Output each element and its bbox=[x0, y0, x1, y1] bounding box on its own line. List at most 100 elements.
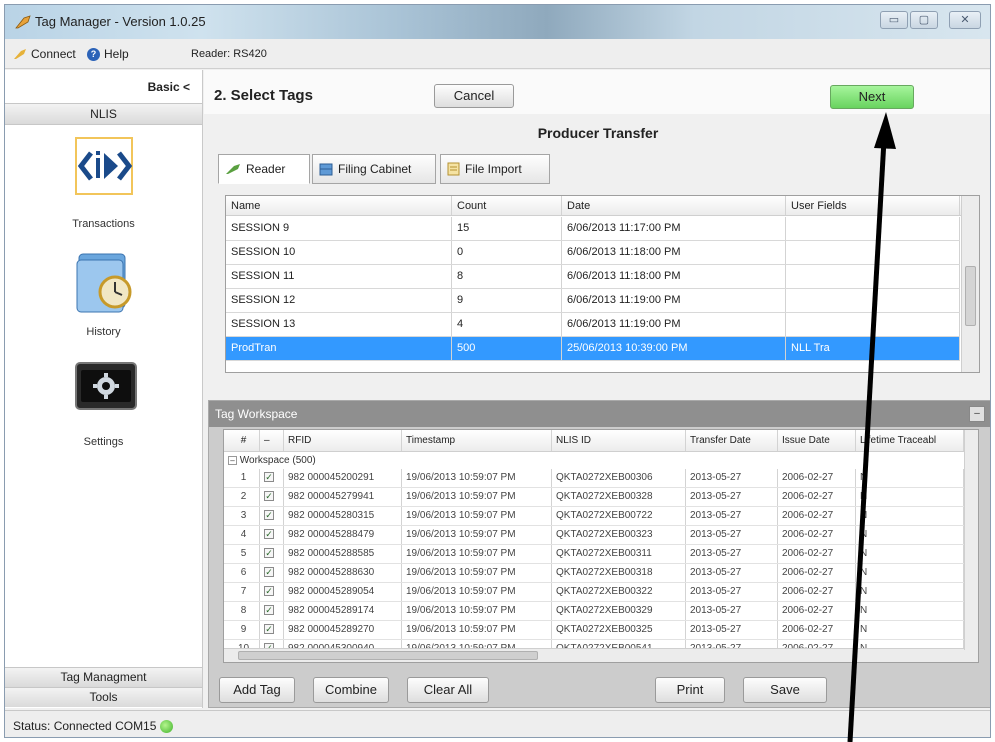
cell-check[interactable]: ✓ bbox=[260, 469, 284, 487]
scroll-thumb[interactable] bbox=[238, 651, 538, 660]
cell-rfid: 982 000045289054 bbox=[284, 583, 402, 601]
cell-user-fields bbox=[786, 313, 960, 336]
table-row[interactable]: 8 ✓ 982 000045289174 19/06/2013 10:59:07 PM… bbox=[224, 602, 964, 621]
workspace-title: Tag Workspace bbox=[215, 407, 298, 421]
table-row[interactable]: SESSION 12 9 6/06/2013 11:19:00 PM bbox=[226, 289, 960, 313]
table-row[interactable]: 5 ✓ 982 000045288585 19/06/2013 10:59:07 PM… bbox=[224, 545, 964, 564]
column-header-date[interactable]: Date bbox=[562, 196, 786, 215]
column-header-transfer-date[interactable]: Transfer Date bbox=[686, 430, 778, 451]
cell-check[interactable]: ✓ bbox=[260, 602, 284, 620]
collapse-button[interactable]: – bbox=[969, 406, 985, 422]
table-row[interactable]: SESSION 10 0 6/06/2013 11:18:00 PM bbox=[226, 241, 960, 265]
clear-all-button[interactable]: Clear All bbox=[407, 677, 489, 703]
minimize-button[interactable]: ▭ bbox=[880, 11, 908, 29]
table-row[interactable]: SESSION 9 15 6/06/2013 11:17:00 PM bbox=[226, 217, 960, 241]
cell-check[interactable]: ✓ bbox=[260, 488, 284, 506]
row-checkbox[interactable]: ✓ bbox=[264, 605, 274, 616]
scroll-thumb[interactable] bbox=[965, 266, 976, 326]
sidebar-section-nlis[interactable]: NLIS bbox=[5, 103, 202, 125]
save-button[interactable]: Save bbox=[743, 677, 827, 703]
next-button[interactable]: Next bbox=[830, 85, 914, 109]
column-header-name[interactable]: Name bbox=[226, 196, 452, 215]
cell-user-fields bbox=[786, 241, 960, 264]
cell-check[interactable]: ✓ bbox=[260, 545, 284, 563]
cell-name: SESSION 13 bbox=[226, 313, 452, 336]
cell-nlis-id: QKTA0272XEB00306 bbox=[552, 469, 686, 487]
workspace-horizontal-scrollbar[interactable] bbox=[224, 648, 978, 662]
row-checkbox[interactable]: ✓ bbox=[264, 567, 274, 578]
column-header-check[interactable]: – bbox=[260, 430, 284, 451]
row-checkbox[interactable]: ✓ bbox=[264, 510, 274, 521]
group-label: Workspace (500) bbox=[239, 455, 316, 466]
cell-check[interactable]: ✓ bbox=[260, 526, 284, 544]
column-header-lifetime-traceability[interactable]: Lifetime Traceabl bbox=[856, 430, 964, 451]
connect-menu[interactable]: Connect bbox=[13, 47, 76, 61]
cell-check[interactable]: ✓ bbox=[260, 583, 284, 601]
column-header-timestamp[interactable]: Timestamp bbox=[402, 430, 552, 451]
cell-lifetime-traceability: N bbox=[856, 602, 964, 620]
cell-user-fields bbox=[786, 217, 960, 240]
status-indicator: Status: Connected COM15 bbox=[13, 719, 174, 733]
cell-timestamp: 19/06/2013 10:59:07 PM bbox=[402, 602, 552, 620]
table-row[interactable]: 4 ✓ 982 000045288479 19/06/2013 10:59:07 PM… bbox=[224, 526, 964, 545]
table-row[interactable]: 6 ✓ 982 000045288630 19/06/2013 10:59:07 PM… bbox=[224, 564, 964, 583]
row-checkbox[interactable]: ✓ bbox=[264, 624, 274, 635]
combine-button[interactable]: Combine bbox=[313, 677, 389, 703]
cell-check[interactable]: ✓ bbox=[260, 507, 284, 525]
add-tag-button[interactable]: Add Tag bbox=[219, 677, 295, 703]
table-row[interactable]: 2 ✓ 982 000045279941 19/06/2013 10:59:07 PM… bbox=[224, 488, 964, 507]
sessions-scrollbar[interactable] bbox=[961, 196, 979, 372]
tab-filing-cabinet[interactable]: Filing Cabinet bbox=[312, 154, 436, 184]
table-row[interactable]: 7 ✓ 982 000045289054 19/06/2013 10:59:07 PM… bbox=[224, 583, 964, 602]
column-header-rfid[interactable]: RFID bbox=[284, 430, 402, 451]
print-button[interactable]: Print bbox=[655, 677, 725, 703]
cell-count: 4 bbox=[452, 313, 562, 336]
row-checkbox[interactable]: ✓ bbox=[264, 491, 274, 502]
cell-user-fields bbox=[786, 289, 960, 312]
window-title: Tag Manager - Version 1.0.25 bbox=[35, 14, 206, 29]
tab-file-import[interactable]: File Import bbox=[440, 154, 550, 184]
close-button[interactable]: ✕ bbox=[949, 11, 981, 29]
cell-issue-date: 2006-02-27 bbox=[778, 469, 856, 487]
cell-date: 6/06/2013 11:18:00 PM bbox=[562, 241, 786, 264]
app-window: Tag Manager - Version 1.0.25 ▭ ▢ ✕ Conne… bbox=[4, 4, 991, 738]
row-checkbox[interactable]: ✓ bbox=[264, 548, 274, 559]
table-row[interactable]: SESSION 13 4 6/06/2013 11:19:00 PM bbox=[226, 313, 960, 337]
filing-cabinet-icon bbox=[319, 163, 333, 175]
cell-number: 8 bbox=[224, 602, 260, 620]
connected-status-icon bbox=[160, 719, 174, 733]
column-header-number[interactable]: # bbox=[224, 430, 260, 451]
column-header-count[interactable]: Count bbox=[452, 196, 562, 215]
column-header-issue-date[interactable]: Issue Date bbox=[778, 430, 856, 451]
table-row[interactable]: SESSION 11 8 6/06/2013 11:18:00 PM bbox=[226, 265, 960, 289]
row-checkbox[interactable]: ✓ bbox=[264, 472, 274, 483]
main-panel: 2. Select Tags Cancel Next Producer Tran… bbox=[204, 70, 990, 708]
gear-screen-icon bbox=[75, 362, 137, 420]
row-checkbox[interactable]: ✓ bbox=[264, 529, 274, 540]
step-bar: 2. Select Tags Cancel Next bbox=[204, 70, 990, 114]
column-header-nlis-id[interactable]: NLIS ID bbox=[552, 430, 686, 451]
table-row[interactable]: 3 ✓ 982 000045280315 19/06/2013 10:59:07 PM… bbox=[224, 507, 964, 526]
cell-check[interactable]: ✓ bbox=[260, 621, 284, 639]
sidebar-item-tag-managment[interactable]: Tag Managment bbox=[5, 667, 202, 687]
table-row-selected[interactable]: ProdTran 500 25/06/2013 10:39:00 PM NLL … bbox=[226, 337, 960, 361]
table-row[interactable]: 9 ✓ 982 000045289270 19/06/2013 10:59:07 PM… bbox=[224, 621, 964, 640]
row-checkbox[interactable]: ✓ bbox=[264, 586, 274, 597]
help-menu[interactable]: ? Help bbox=[87, 47, 129, 61]
table-row[interactable]: 1 ✓ 982 000045200291 19/06/2013 10:59:07 PM… bbox=[224, 469, 964, 488]
workspace-vertical-scrollbar[interactable] bbox=[964, 430, 978, 650]
cell-number: 6 bbox=[224, 564, 260, 582]
column-header-user-fields[interactable]: User Fields bbox=[786, 196, 960, 215]
sidebar-item-tools[interactable]: Tools bbox=[5, 687, 202, 707]
clock-folder-icon bbox=[75, 250, 133, 313]
cancel-button[interactable]: Cancel bbox=[434, 84, 514, 108]
basic-toggle[interactable]: Basic < bbox=[148, 80, 190, 94]
menu-bar: Connect ? Help Reader: RS420 bbox=[5, 39, 990, 69]
cell-check[interactable]: ✓ bbox=[260, 564, 284, 582]
cell-issue-date: 2006-02-27 bbox=[778, 507, 856, 525]
maximize-button[interactable]: ▢ bbox=[910, 11, 938, 29]
group-row[interactable]: – Workspace (500) bbox=[224, 453, 964, 468]
cell-name: SESSION 11 bbox=[226, 265, 452, 288]
tab-reader[interactable]: Reader bbox=[218, 154, 310, 184]
expand-icon[interactable]: – bbox=[228, 456, 237, 465]
